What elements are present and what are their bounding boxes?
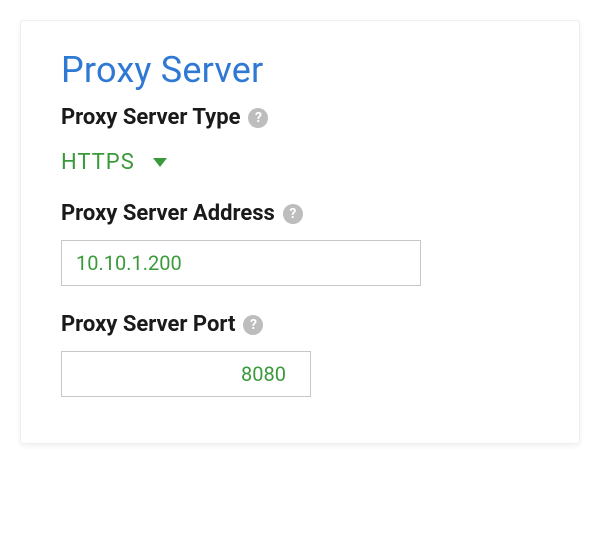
- field-proxy-port: Proxy Server Port ?: [61, 312, 539, 397]
- help-icon[interactable]: ?: [283, 204, 303, 224]
- proxy-type-dropdown[interactable]: HTTPS: [61, 150, 167, 175]
- proxy-port-input[interactable]: [61, 351, 311, 397]
- proxy-server-card: Proxy Server Proxy Server Type ? HTTPS P…: [20, 20, 580, 444]
- field-label-row-port: Proxy Server Port ?: [61, 312, 539, 337]
- label-proxy-port: Proxy Server Port: [61, 312, 235, 337]
- section-title: Proxy Server: [61, 49, 539, 91]
- field-proxy-address: Proxy Server Address ?: [61, 201, 539, 286]
- proxy-address-input[interactable]: [61, 240, 421, 286]
- label-proxy-address: Proxy Server Address: [61, 201, 275, 226]
- help-icon[interactable]: ?: [248, 108, 268, 128]
- field-proxy-type: Proxy Server Type ? HTTPS: [61, 105, 539, 175]
- help-icon[interactable]: ?: [243, 315, 263, 335]
- label-proxy-type: Proxy Server Type: [61, 105, 240, 130]
- field-label-row-address: Proxy Server Address ?: [61, 201, 539, 226]
- field-label-row-type: Proxy Server Type ?: [61, 105, 539, 130]
- chevron-down-icon: [153, 158, 167, 167]
- proxy-type-value: HTTPS: [61, 150, 135, 175]
